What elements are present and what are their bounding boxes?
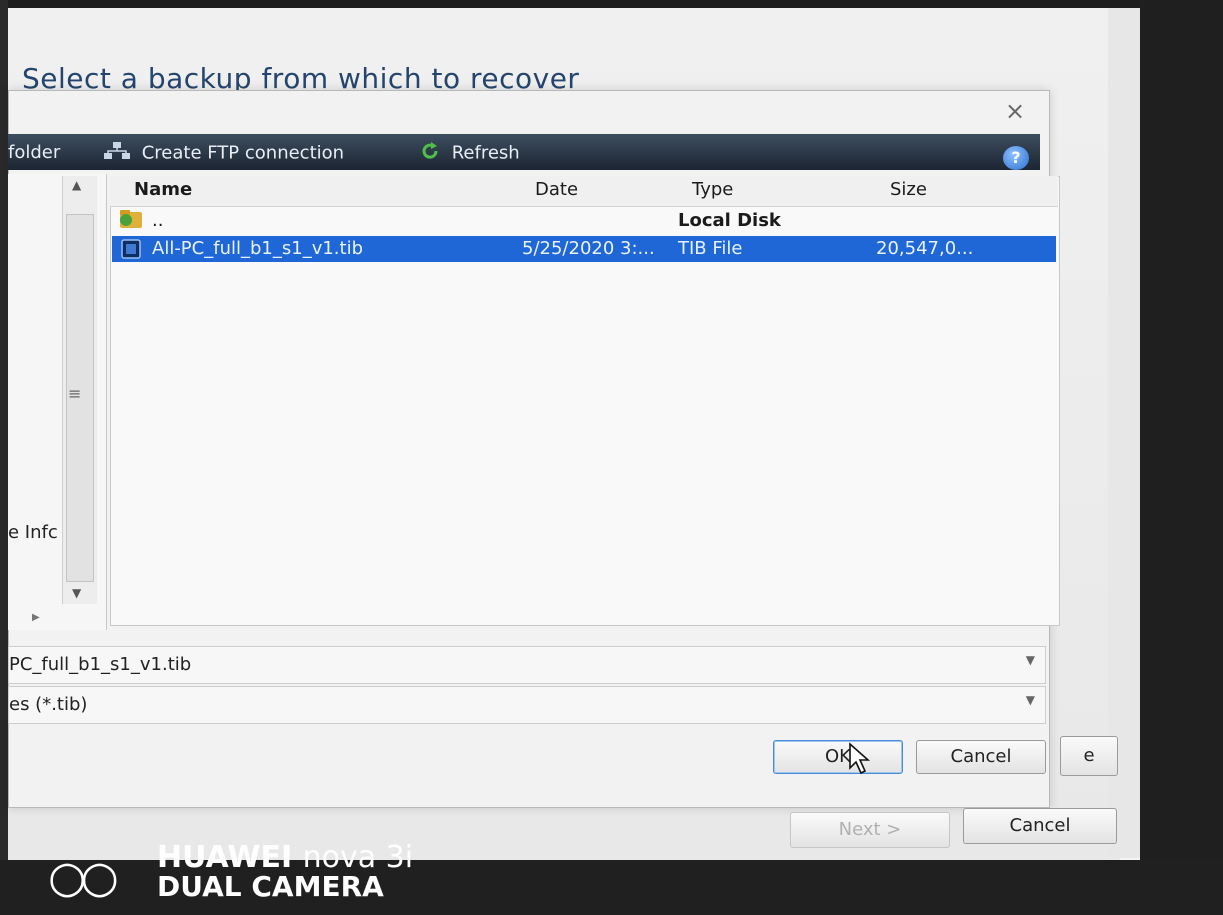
wizard-cancel-button[interactable]: Cancel xyxy=(963,808,1117,844)
new-folder-label: folder xyxy=(8,142,61,163)
network-icon xyxy=(104,142,130,165)
cancel-button[interactable]: Cancel xyxy=(916,740,1046,774)
dialog-toolbar: folder Create FTP connection Refresh xyxy=(8,134,1040,170)
refresh-button[interactable]: Refresh xyxy=(420,142,520,165)
list-item[interactable]: .. Local Disk xyxy=(112,208,1056,234)
file-name-value: PC_full_b1_s1_v1.tib xyxy=(9,654,192,675)
photo-background-left xyxy=(0,0,8,915)
file-type-value: es (*.tib) xyxy=(9,694,88,715)
help-icon[interactable]: ? xyxy=(1003,146,1029,170)
tib-file-icon xyxy=(120,238,142,265)
photo-background-right xyxy=(1140,0,1223,915)
scroll-down-icon[interactable]: ▼ xyxy=(72,586,81,600)
ok-button[interactable]: OK xyxy=(773,740,903,774)
file-name: .. xyxy=(152,210,164,231)
file-size: 20,547,0... xyxy=(876,238,974,259)
mouse-pointer-icon xyxy=(849,742,871,775)
refresh-icon xyxy=(420,142,440,165)
create-ftp-connection-button[interactable]: Create FTP connection xyxy=(104,142,344,165)
column-header-name[interactable]: Name xyxy=(134,179,192,200)
create-ftp-connection-label: Create FTP connection xyxy=(141,142,345,164)
refresh-label: Refresh xyxy=(451,142,520,164)
watermark-camera: DUAL CAMERA xyxy=(157,870,384,903)
column-header-type[interactable]: Type xyxy=(692,179,733,200)
file-type: Local Disk xyxy=(678,210,781,231)
chevron-down-icon[interactable]: ▼ xyxy=(1026,653,1035,667)
camera-logo-icon: ○○ xyxy=(48,852,119,903)
folder-tree-item-partial[interactable]: e Infc xyxy=(8,522,58,543)
new-folder-button[interactable]: folder xyxy=(8,142,60,163)
column-header-size[interactable]: Size xyxy=(890,179,927,200)
scroll-right-icon[interactable]: ▶ xyxy=(32,612,40,623)
file-date: 5/25/2020 3:... xyxy=(522,238,655,259)
chevron-down-icon[interactable]: ▼ xyxy=(1026,693,1035,707)
scroll-up-icon[interactable]: ▲ xyxy=(72,178,81,192)
file-name: All-PC_full_b1_s1_v1.tib xyxy=(152,238,363,259)
file-type: TIB File xyxy=(678,238,743,259)
close-icon[interactable]: × xyxy=(1000,96,1030,126)
file-name-input[interactable]: PC_full_b1_s1_v1.tib ▼ xyxy=(8,646,1046,684)
list-item-selected[interactable]: All-PC_full_b1_s1_v1.tib 5/25/2020 3:...… xyxy=(112,236,1056,262)
column-header-date[interactable]: Date xyxy=(535,179,578,200)
next-button[interactable]: Next > xyxy=(790,812,950,848)
wizard-partial-button[interactable]: e xyxy=(1060,736,1118,776)
file-type-select[interactable]: es (*.tib) ▼ xyxy=(8,686,1046,724)
file-list-header: Name Date Type Size xyxy=(110,176,1058,207)
parent-folder-icon xyxy=(118,208,150,235)
scrollbar-grip-icon: ≡ xyxy=(68,384,82,403)
photo-background-top xyxy=(8,0,1223,8)
